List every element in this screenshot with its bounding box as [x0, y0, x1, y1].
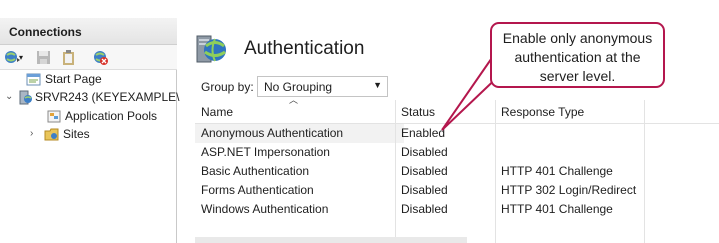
- group-by-label: Group by:: [201, 80, 254, 94]
- connections-toolbar: ▾: [0, 45, 177, 70]
- connections-title: Connections: [9, 25, 82, 39]
- tree-item-start-page[interactable]: Start Page: [0, 70, 177, 88]
- cell-name: Forms Authentication: [201, 183, 314, 197]
- column-header-status[interactable]: Status: [401, 102, 435, 122]
- cell-response-type: HTTP 401 Challenge: [501, 164, 613, 178]
- column-header-response-type[interactable]: Response Type: [501, 102, 584, 122]
- tree-item-application-pools[interactable]: Application Pools: [0, 107, 177, 125]
- cell-status: Disabled: [401, 145, 448, 159]
- callout-line: authentication at the: [514, 49, 641, 65]
- start-page-icon: [26, 72, 42, 87]
- group-by-dropdown[interactable]: No Grouping ▼: [257, 76, 388, 97]
- collapse-chevron-icon[interactable]: ⌄: [5, 88, 15, 106]
- cell-name: Basic Authentication: [201, 164, 310, 178]
- tree-item-sites[interactable]: › Sites: [0, 125, 177, 143]
- tree-item-server[interactable]: ⌄ SRVR243 (KEYEXAMPLE\: [0, 88, 180, 106]
- tree-item-label: Start Page: [45, 72, 102, 86]
- cell-response-type: HTTP 302 Login/Redirect: [501, 183, 637, 197]
- horizontal-scrollbar[interactable]: [195, 237, 467, 243]
- dropdown-arrow-icon: ▼: [373, 80, 382, 90]
- callout-line: server level.: [539, 68, 616, 84]
- app-pools-icon: [46, 109, 62, 124]
- save-icon[interactable]: [35, 49, 52, 66]
- tree-item-label: SRVR243 (KEYEXAMPLE\: [35, 90, 180, 104]
- tree-item-label: Sites: [63, 127, 90, 141]
- cell-status: Enabled: [401, 126, 446, 140]
- column-header-name[interactable]: Name: [201, 102, 233, 122]
- disconnect-icon[interactable]: [92, 49, 109, 66]
- callout-box: Enable only anonymous authentication at …: [490, 22, 665, 88]
- cell-status: Disabled: [401, 164, 448, 178]
- callout-text: Enable only anonymous authentication at …: [492, 29, 663, 86]
- server-icon: [17, 90, 33, 105]
- sites-folder-icon: [44, 127, 60, 142]
- cell-name: ASP.NET Impersonation: [201, 145, 330, 159]
- cell-status: Disabled: [401, 202, 448, 216]
- clipboard-icon[interactable]: [60, 49, 77, 66]
- callout-line: Enable only anonymous: [502, 30, 653, 46]
- globe-icon: [193, 30, 229, 66]
- features-list: Name Status Response Type Anonymous Auth…: [195, 100, 719, 243]
- group-by-value: No Grouping: [264, 80, 333, 94]
- tree-item-label: Application Pools: [65, 109, 158, 123]
- cell-status: Disabled: [401, 183, 448, 197]
- chevron-down-icon[interactable]: ▾: [19, 49, 27, 66]
- page-title: Authentication: [244, 38, 365, 59]
- cell-name: Windows Authentication: [201, 202, 329, 216]
- column-divider[interactable]: [495, 100, 496, 243]
- cell-response-type: HTTP 401 Challenge: [501, 202, 613, 216]
- column-divider[interactable]: [644, 100, 645, 243]
- connections-pane: Connections ▾ Start Page ⌄ SRVR243 (KEYE…: [0, 18, 180, 243]
- connections-header: Connections: [0, 18, 177, 45]
- expand-chevron-icon[interactable]: ›: [30, 125, 40, 143]
- column-divider[interactable]: [395, 100, 396, 243]
- cell-name: Anonymous Authentication: [201, 126, 344, 140]
